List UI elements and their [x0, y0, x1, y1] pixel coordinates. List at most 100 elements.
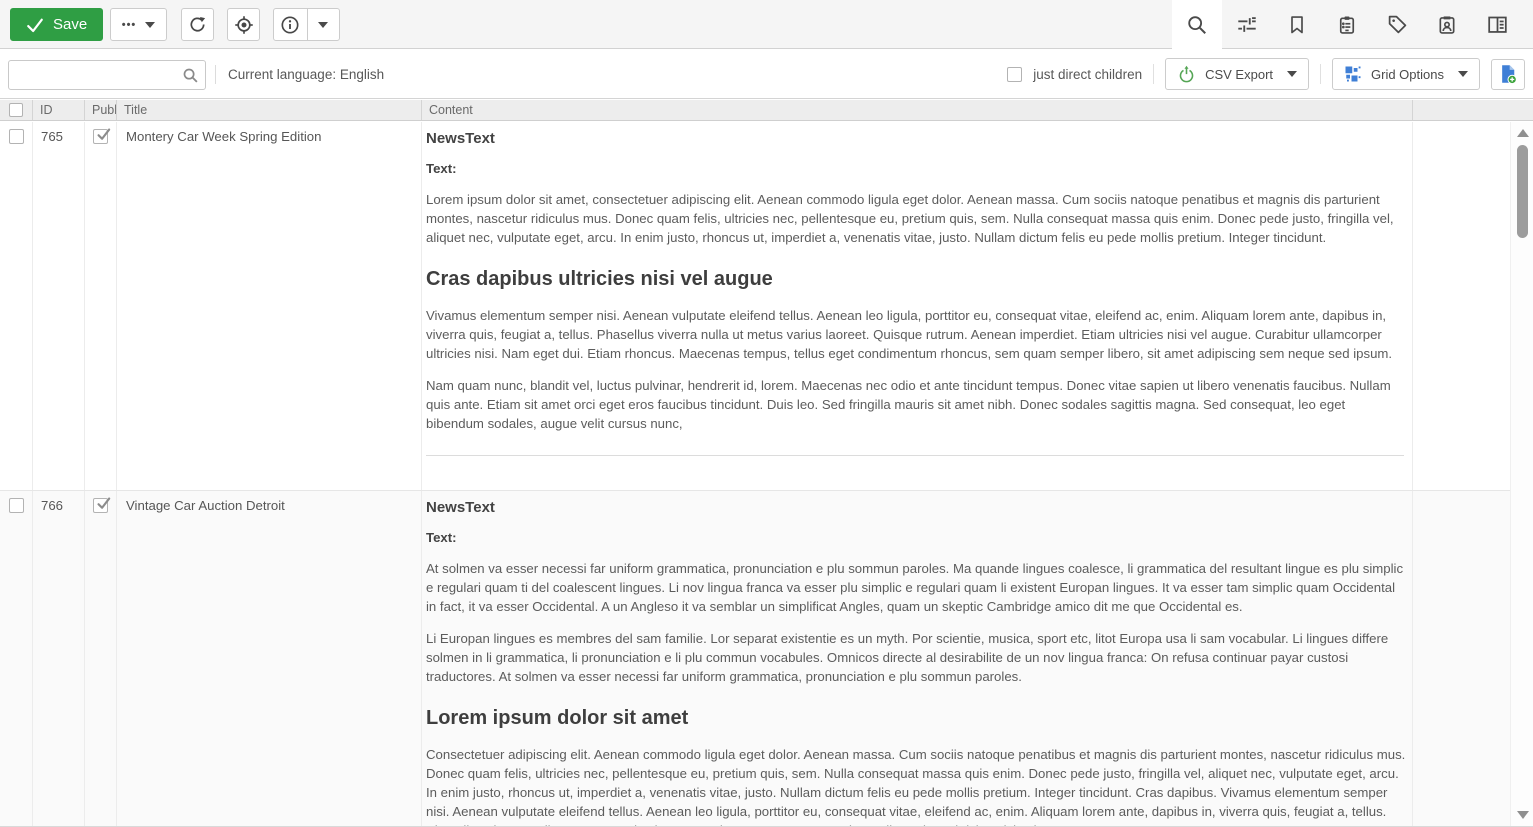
published-cell	[85, 491, 117, 826]
content-subheading: Cras dapibus ultricies nisi vel augue	[426, 268, 1404, 291]
row-select-checkbox[interactable]	[9, 129, 24, 144]
reading-pane-icon	[1487, 14, 1508, 35]
csv-export-label: CSV Export	[1205, 67, 1273, 82]
divider	[215, 65, 216, 84]
scroll-up-arrow-icon[interactable]	[1517, 129, 1529, 137]
field-label: Text:	[426, 530, 1406, 545]
info-circle-icon	[280, 15, 300, 35]
select-all-column-header	[0, 100, 33, 120]
paragraph: Li Europan lingues es membres del sam fa…	[426, 629, 1406, 686]
tab-workflow-contact[interactable]	[1422, 0, 1472, 49]
locate-target-icon	[234, 15, 254, 35]
row-select-checkbox[interactable]	[9, 498, 24, 513]
current-language-label: Current language: English	[228, 50, 384, 98]
divider	[1320, 64, 1321, 84]
richtext-preview: NewsText Text: At solmen va esser necess…	[426, 491, 1406, 826]
just-direct-children-label: just direct children	[1033, 67, 1142, 82]
check-icon	[95, 495, 112, 512]
chevron-down-icon	[318, 22, 328, 28]
published-cell	[85, 122, 117, 490]
check-icon	[95, 126, 112, 143]
tab-preview-pane[interactable]	[1472, 0, 1522, 49]
tab-settings[interactable]	[1222, 0, 1272, 49]
spacer-cell	[1413, 122, 1510, 490]
save-button[interactable]: Save	[10, 8, 103, 41]
content-type-heading: NewsText	[426, 499, 1406, 516]
column-header-title[interactable]: Title	[117, 100, 422, 120]
search-icon[interactable]	[182, 67, 199, 84]
grid-header: ID Publis Title Content	[0, 100, 1533, 121]
reload-button[interactable]	[181, 8, 214, 41]
just-direct-children-checkbox[interactable]	[1007, 67, 1022, 82]
blue-grid-mosaic-icon	[1344, 65, 1362, 83]
column-header-published[interactable]: Publis	[85, 100, 117, 120]
table-row[interactable]: 765 Montery Car Week Spring Edition News…	[0, 122, 1510, 490]
more-actions-button[interactable]: •••	[110, 8, 167, 41]
paragraph: Nam quam nunc, blandit vel, luctus pulvi…	[426, 376, 1404, 433]
check-icon	[26, 16, 44, 34]
row-select-cell	[0, 122, 33, 490]
scrollbar-thumb[interactable]	[1517, 145, 1528, 238]
column-header-content[interactable]: Content	[422, 100, 1413, 120]
content-subheading: Lorem ipsum dolor sit amet	[426, 707, 1406, 730]
paragraph: Vivamus elementum semper nisi. Aenean vu…	[426, 306, 1404, 363]
csv-export-button[interactable]: CSV Export	[1165, 58, 1309, 90]
export-circle-arrow-icon	[1177, 65, 1196, 84]
paragraph: At solmen va esser necessi far uniform g…	[426, 559, 1406, 616]
tab-bookmark[interactable]	[1272, 0, 1322, 49]
title-cell: Montery Car Week Spring Edition	[117, 122, 422, 490]
ellipsis-icon: •••	[122, 19, 137, 31]
column-header-id[interactable]: ID	[33, 100, 85, 120]
grid-options-label: Grid Options	[1371, 67, 1444, 82]
object-grid-panel: Save •••	[0, 0, 1533, 827]
published-checkbox[interactable]	[93, 498, 108, 513]
info-dropdown-button[interactable]	[307, 9, 340, 40]
chevron-down-icon	[1458, 71, 1468, 77]
content-cell: NewsText Text: Lorem ipsum dolor sit ame…	[422, 122, 1413, 490]
tab-search[interactable]	[1172, 0, 1222, 49]
chevron-down-icon	[145, 22, 155, 28]
quick-search-field	[8, 60, 206, 90]
richtext-preview: NewsText Text: Lorem ipsum dolor sit ame…	[426, 122, 1404, 456]
divider	[1153, 64, 1154, 84]
tab-notes[interactable]	[1322, 0, 1372, 49]
id-cell: 765	[33, 122, 85, 490]
grid-options-button[interactable]: Grid Options	[1332, 58, 1480, 90]
paragraph: Consectetuer adipiscing elit. Aenean com…	[426, 745, 1406, 826]
content-cell: NewsText Text: At solmen va esser necess…	[422, 491, 1413, 826]
published-checkbox[interactable]	[93, 129, 108, 144]
row-select-cell	[0, 491, 33, 826]
grid-filter-toolbar: Current language: English just direct ch…	[0, 50, 1533, 99]
vertical-scrollbar[interactable]	[1510, 122, 1533, 826]
document-add-icon	[1498, 64, 1518, 84]
search-input[interactable]	[15, 62, 175, 88]
chevron-down-icon	[1287, 71, 1297, 77]
id-cell: 766	[33, 491, 85, 826]
contact-card-icon	[1437, 15, 1457, 35]
locate-in-tree-button[interactable]	[227, 8, 260, 41]
refresh-icon	[188, 15, 207, 34]
info-button[interactable]	[274, 9, 307, 40]
field-label: Text:	[426, 161, 1404, 176]
bookmark-icon	[1287, 15, 1307, 35]
grid-actions: just direct children CSV Export Grid O	[1007, 50, 1525, 98]
content-type-heading: NewsText	[426, 130, 1404, 147]
grid-body: 765 Montery Car Week Spring Edition News…	[0, 122, 1510, 826]
column-header-spacer	[1413, 100, 1533, 120]
table-row[interactable]: 766 Vintage Car Auction Detroit NewsText…	[0, 490, 1510, 826]
paragraph: Lorem ipsum dolor sit amet, consectetuer…	[426, 190, 1404, 247]
spacer-cell	[1413, 491, 1510, 826]
save-button-label: Save	[53, 16, 87, 33]
info-split-button	[273, 8, 340, 41]
tab-tags[interactable]	[1372, 0, 1422, 49]
search-icon	[1186, 14, 1208, 36]
tag-icon	[1387, 14, 1408, 35]
main-toolbar: Save •••	[0, 0, 1533, 49]
clipboard-list-icon	[1337, 15, 1357, 35]
save-grid-configuration-button[interactable]	[1491, 59, 1525, 90]
select-all-checkbox[interactable]	[9, 103, 23, 117]
sliders-icon	[1236, 14, 1258, 36]
title-cell: Vintage Car Auction Detroit	[117, 491, 422, 826]
side-panel-tabstrip	[1172, 0, 1522, 49]
scroll-down-arrow-icon[interactable]	[1517, 811, 1529, 819]
